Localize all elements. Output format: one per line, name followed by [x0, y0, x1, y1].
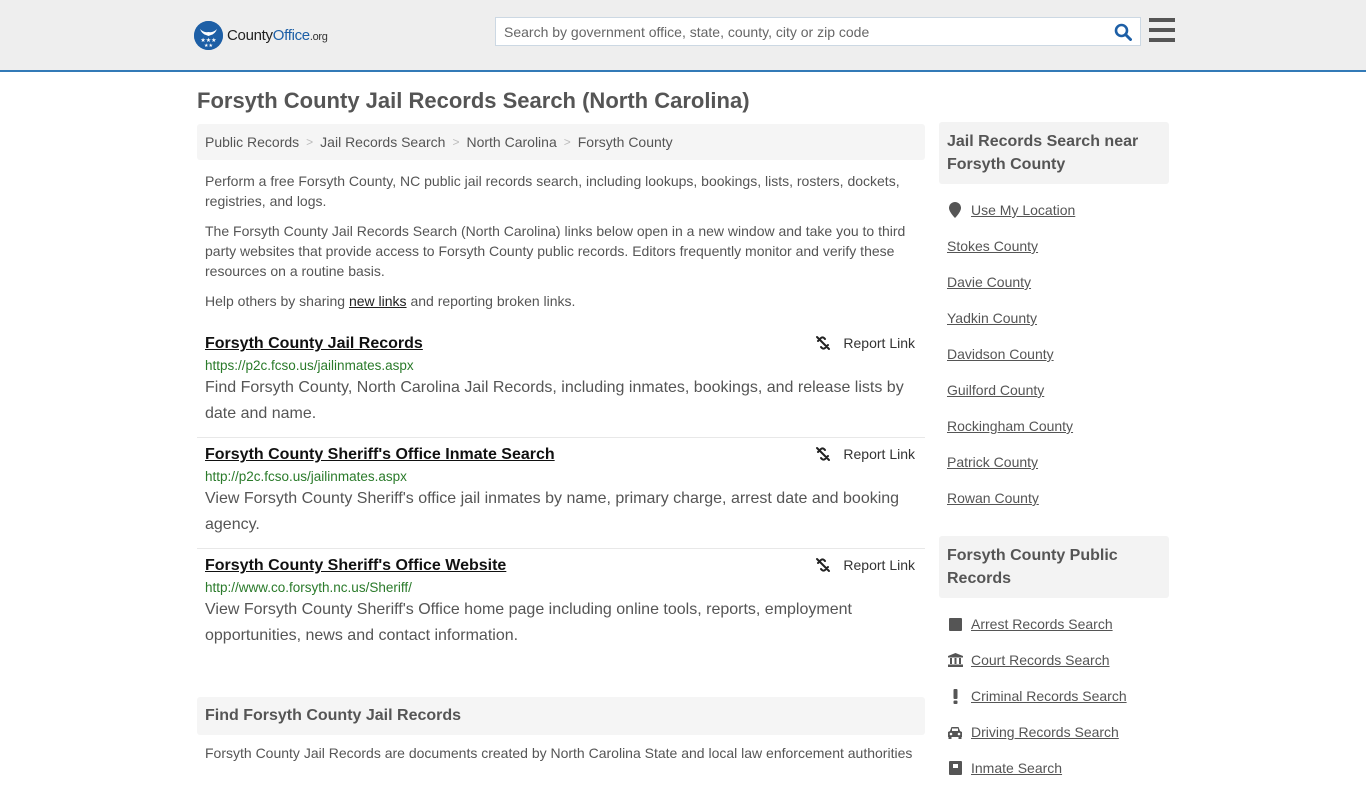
public-records-heading: Forsyth County Public Records [939, 536, 1169, 598]
sidebar: Jail Records Search near Forsyth County … [939, 122, 1169, 786]
square-icon [947, 617, 963, 631]
find-records-heading: Find Forsyth County Jail Records [197, 697, 925, 735]
county-link[interactable]: Patrick County [947, 454, 1038, 470]
jail-icon [947, 761, 963, 775]
arrest-records-link[interactable]: Arrest Records Search [971, 616, 1113, 632]
sidebar-item-criminal-records: Criminal Records Search [947, 678, 1161, 714]
main-content: Public Records > Jail Records Search > N… [197, 124, 925, 763]
sidebar-item-county: Davie County [947, 264, 1161, 300]
eagle-logo-icon: ★★★ ★★ [194, 20, 223, 50]
breadcrumb-north-carolina[interactable]: North Carolina [466, 134, 556, 150]
report-link-label: Report Link [843, 446, 915, 462]
share-text: Help others by sharing [205, 293, 349, 309]
nearby-heading: Jail Records Search near Forsyth County [939, 122, 1169, 184]
use-location-item: Use My Location [947, 192, 1161, 228]
county-link[interactable]: Rockingham County [947, 418, 1073, 434]
driving-records-link[interactable]: Driving Records Search [971, 724, 1119, 740]
resource-title-link[interactable]: Forsyth County Sheriff's Office Inmate S… [205, 446, 555, 464]
criminal-records-link[interactable]: Criminal Records Search [971, 688, 1127, 704]
logo-text: CountyOffice.org [227, 26, 328, 44]
public-records-list: Arrest Records Search Court Records Sear… [939, 606, 1169, 786]
resource-description: Find Forsyth County, North Carolina Jail… [205, 379, 904, 422]
breadcrumb-separator: > [563, 135, 571, 149]
hamburger-menu-icon[interactable] [1149, 18, 1175, 42]
sidebar-item-court-records: Court Records Search [947, 642, 1161, 678]
resource-description: View Forsyth County Sheriff's office jai… [205, 490, 900, 533]
exclamation-icon [947, 688, 963, 704]
sidebar-item-driving-records: Driving Records Search [947, 714, 1161, 750]
county-link[interactable]: Stokes County [947, 238, 1038, 254]
resource-link-list: Forsyth County Jail Records Report Link … [197, 327, 925, 659]
sidebar-item-inmate-search: Inmate Search [947, 750, 1161, 786]
breadcrumb-separator: > [452, 135, 460, 149]
intro-paragraph: The Forsyth County Jail Records Search (… [205, 223, 906, 279]
county-link[interactable]: Guilford County [947, 382, 1044, 398]
find-records-text: Forsyth County Jail Records are document… [205, 745, 913, 761]
menu-bar [1149, 18, 1175, 22]
site-header: ★★★ ★★ CountyOffice.org [0, 0, 1366, 72]
resource-title-link[interactable]: Forsyth County Jail Records [205, 335, 423, 353]
intro-text: Perform a free Forsyth County, NC public… [197, 171, 925, 311]
sidebar-item-county: Patrick County [947, 444, 1161, 480]
sidebar-item-county: Davidson County [947, 336, 1161, 372]
resource-url[interactable]: https://p2c.fcso.us/jailinmates.aspx [205, 358, 917, 373]
share-text: and reporting broken links. [406, 293, 576, 309]
breadcrumb-public-records[interactable]: Public Records [205, 134, 299, 150]
resource-url[interactable]: http://www.co.forsyth.nc.us/Sheriff/ [205, 580, 917, 595]
use-my-location-link[interactable]: Use My Location [971, 202, 1075, 218]
site-logo[interactable]: ★★★ ★★ CountyOffice.org [194, 20, 328, 50]
broken-link-icon [816, 447, 831, 461]
list-item: Forsyth County Jail Records Report Link … [197, 327, 925, 438]
svg-text:★★: ★★ [204, 43, 213, 49]
county-link[interactable]: Rowan County [947, 490, 1039, 506]
search-button[interactable] [1106, 18, 1140, 45]
sidebar-item-county: Rowan County [947, 480, 1161, 516]
map-marker-icon [947, 202, 963, 218]
page-title: Forsyth County Jail Records Search (Nort… [197, 88, 750, 113]
broken-link-icon [816, 558, 831, 572]
breadcrumb: Public Records > Jail Records Search > N… [197, 124, 925, 160]
report-link-label: Report Link [843, 557, 915, 573]
report-link-button[interactable]: Report Link [815, 446, 915, 462]
inmate-search-link[interactable]: Inmate Search [971, 760, 1062, 776]
menu-bar [1149, 28, 1175, 32]
search-icon [1114, 23, 1132, 41]
list-item: Forsyth County Sheriff's Office Inmate S… [197, 438, 925, 549]
breadcrumb-jail-records-search[interactable]: Jail Records Search [320, 134, 445, 150]
broken-link-icon [816, 336, 831, 350]
sidebar-item-county: Yadkin County [947, 300, 1161, 336]
county-link[interactable]: Davidson County [947, 346, 1054, 362]
courthouse-icon [947, 653, 963, 667]
list-item: Forsyth County Sheriff's Office Website … [197, 549, 925, 659]
nearby-county-list: Use My Location Stokes County Davie Coun… [939, 192, 1169, 516]
sidebar-item-arrest-records: Arrest Records Search [947, 606, 1161, 642]
breadcrumb-separator: > [306, 135, 314, 149]
search-input[interactable] [496, 18, 1106, 45]
menu-bar [1149, 38, 1175, 42]
county-link[interactable]: Davie County [947, 274, 1031, 290]
sidebar-item-county: Guilford County [947, 372, 1161, 408]
resource-description: View Forsyth County Sheriff's Office hom… [205, 601, 852, 644]
sidebar-item-county: Rockingham County [947, 408, 1161, 444]
resource-title-link[interactable]: Forsyth County Sheriff's Office Website [205, 557, 506, 575]
intro-paragraph: Perform a free Forsyth County, NC public… [205, 173, 900, 209]
report-link-button[interactable]: Report Link [815, 335, 915, 351]
report-link-label: Report Link [843, 335, 915, 351]
report-link-button[interactable]: Report Link [815, 557, 915, 573]
search-bar [495, 17, 1141, 46]
car-icon [947, 726, 963, 739]
resource-url[interactable]: http://p2c.fcso.us/jailinmates.aspx [205, 469, 917, 484]
court-records-link[interactable]: Court Records Search [971, 652, 1110, 668]
county-link[interactable]: Yadkin County [947, 310, 1037, 326]
breadcrumb-current: Forsyth County [577, 134, 673, 150]
sidebar-item-county: Stokes County [947, 228, 1161, 264]
new-links-link[interactable]: new links [349, 293, 407, 309]
share-links-paragraph: Help others by sharing new links and rep… [205, 291, 917, 311]
